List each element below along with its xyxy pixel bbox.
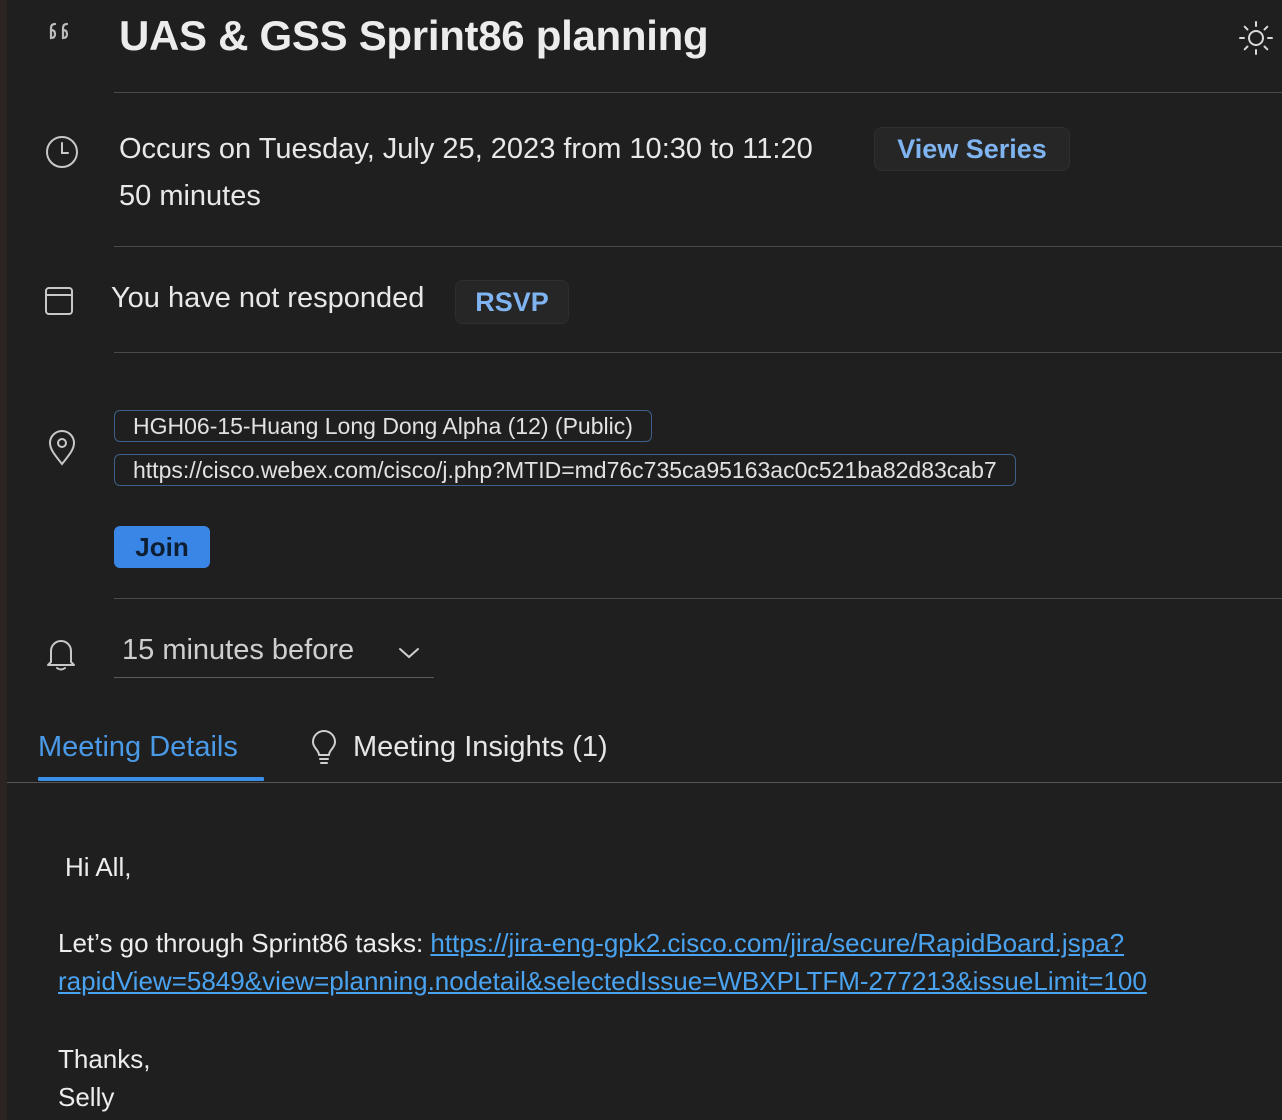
calendar-icon: [45, 287, 73, 315]
bell-icon: [47, 640, 75, 671]
body-signature: Selly: [58, 1082, 115, 1112]
rsvp-button[interactable]: RSVP: [455, 280, 569, 324]
jira-link-part1[interactable]: https://jira-eng-gpk2.cisco.com/jira/sec…: [430, 928, 1124, 958]
body-line: Let’s go through Sprint86 tasks: https:/…: [58, 924, 1124, 962]
reminder-value: 15 minutes before: [122, 634, 355, 666]
occurrence-text: Occurs on Tuesday, July 25, 2023 from 10…: [119, 133, 813, 165]
divider: [114, 246, 1282, 247]
body-line-prefix: Let’s go through Sprint86 tasks:: [58, 928, 431, 958]
window-edge: [0, 0, 7, 1120]
divider: [114, 352, 1282, 353]
active-tab-indicator: [38, 777, 264, 781]
location-chip[interactable]: HGH06-15-Huang Long Dong Alpha (12) (Pub…: [114, 410, 652, 442]
duration-text: 50 minutes: [119, 180, 261, 212]
chevron-down-icon: [399, 648, 419, 659]
divider: [114, 92, 1282, 93]
tab-meeting-insights[interactable]: Meeting Insights (1): [353, 731, 608, 764]
location-pin-icon: [48, 430, 76, 466]
tab-meeting-details[interactable]: Meeting Details: [38, 731, 238, 764]
view-series-button[interactable]: View Series: [874, 127, 1070, 171]
response-status: You have not responded: [111, 282, 425, 314]
divider: [114, 598, 1282, 599]
body-thanks: Thanks,: [58, 1044, 151, 1074]
meeting-title: UAS & GSS Sprint86 planning: [119, 12, 709, 59]
reminder-select[interactable]: 15 minutes before: [114, 628, 434, 678]
lightbulb-icon: [312, 730, 336, 764]
clock-icon: [46, 136, 78, 168]
tabs-divider: [7, 782, 1282, 783]
quote-icon: [49, 22, 69, 40]
body-greeting: Hi All,: [65, 852, 132, 882]
sun-icon[interactable]: [1238, 20, 1274, 56]
meeting-detail-view: UAS & GSS Sprint86 planning Occurs on Tu…: [0, 0, 1282, 1120]
join-button[interactable]: Join: [114, 526, 210, 568]
jira-link-part2[interactable]: rapidView=5849&view=planning.nodetail&se…: [58, 966, 1147, 996]
meeting-link-chip[interactable]: https://cisco.webex.com/cisco/j.php?MTID…: [114, 454, 1016, 486]
body-line: rapidView=5849&view=planning.nodetail&se…: [58, 962, 1147, 1000]
